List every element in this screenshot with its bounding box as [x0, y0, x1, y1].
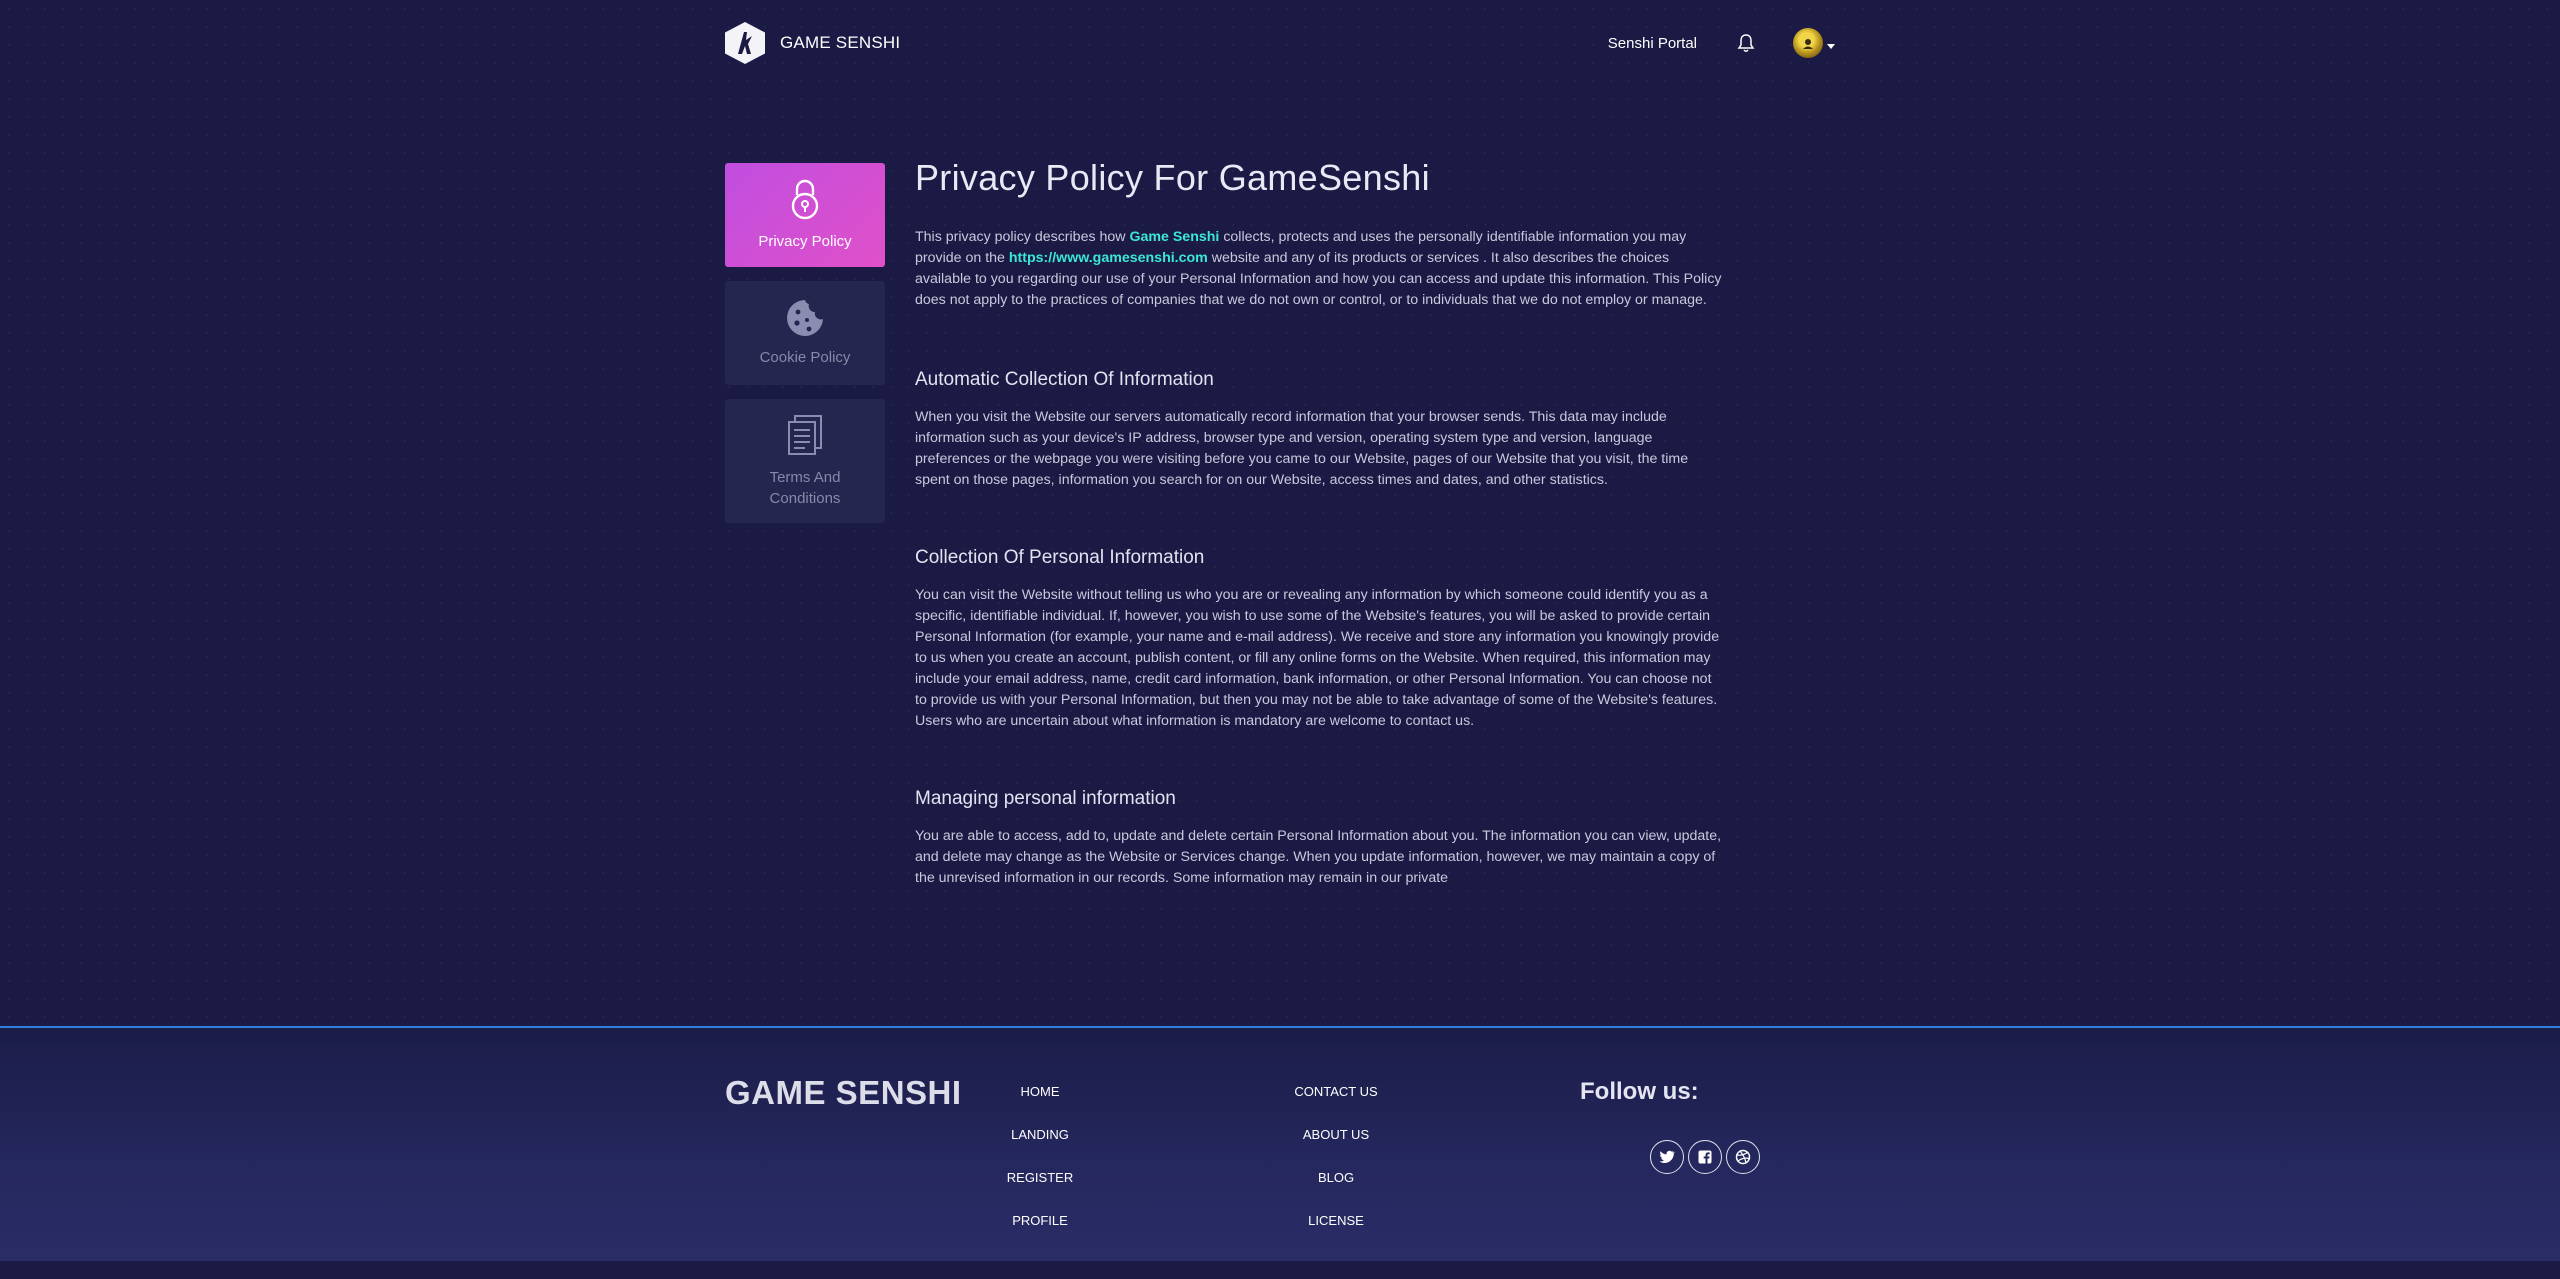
- section-title: Managing personal information: [915, 788, 1176, 809]
- policy-content: Privacy Policy For GameSenshi This priva…: [915, 157, 1725, 889]
- lock-icon: [788, 178, 822, 225]
- top-navbar: GAME SENSHI Senshi Portal: [725, 20, 1835, 66]
- footer-link-register[interactable]: REGISTER: [1007, 1170, 1073, 1213]
- social-links: [1650, 1140, 1760, 1174]
- intro-text: This privacy policy describes how: [915, 229, 1130, 245]
- footer-brand: GAME SENSHI: [725, 1074, 962, 1111]
- footer-link-license[interactable]: LICENSE: [1308, 1213, 1364, 1256]
- sidebar-item-label: Cookie Policy: [759, 349, 851, 366]
- user-menu[interactable]: [1793, 28, 1835, 58]
- footer-link-about-us[interactable]: ABOUT US: [1303, 1127, 1369, 1170]
- footer-link-profile[interactable]: PROFILE: [1012, 1213, 1068, 1256]
- policy-sidebar: Privacy Policy Cookie Policy Terms And C…: [725, 163, 885, 537]
- sidebar-item-privacy-policy[interactable]: Privacy Policy: [725, 163, 885, 267]
- senshi-portal-link[interactable]: Senshi Portal: [1608, 35, 1697, 52]
- page-bottom-strip: [0, 1261, 2560, 1279]
- brand-highlight: Game Senshi: [1129, 229, 1220, 245]
- footer-link-landing[interactable]: LANDING: [1011, 1127, 1069, 1170]
- section-title: Collection Of Personal Information: [915, 547, 1205, 568]
- section-body: You can visit the Website without tellin…: [915, 587, 1720, 729]
- avatar: [1793, 28, 1823, 58]
- twitter-icon[interactable]: [1650, 1140, 1684, 1174]
- chevron-down-icon: [1827, 43, 1835, 49]
- section-body: When you visit the Website our servers a…: [915, 409, 1689, 488]
- section-personal-information: Collection Of Personal Information You c…: [915, 547, 1725, 732]
- section-managing-information: Managing personal information You are ab…: [915, 788, 1725, 889]
- dribbble-icon[interactable]: [1726, 1140, 1760, 1174]
- footer-link-contact-us[interactable]: CONTACT US: [1294, 1084, 1377, 1127]
- sidebar-item-cookie-policy[interactable]: Cookie Policy: [725, 281, 885, 385]
- website-link[interactable]: https://www.gamesenshi.com: [1009, 250, 1208, 266]
- footer-link-blog[interactable]: BLOG: [1318, 1170, 1354, 1213]
- intro-paragraph: This privacy policy describes how Game S…: [915, 227, 1725, 311]
- footer-links-column-1: HOME LANDING REGISTER PROFILE: [990, 1084, 1090, 1256]
- footer-links-column-2: CONTACT US ABOUT US BLOG LICENSE: [1280, 1084, 1392, 1256]
- footer-link-home[interactable]: HOME: [1021, 1084, 1060, 1127]
- section-automatic-collection: Automatic Collection Of Information When…: [915, 369, 1725, 491]
- cookie-icon: [785, 298, 825, 341]
- documents-icon: [785, 414, 825, 461]
- sidebar-item-label: Privacy Policy: [758, 233, 852, 250]
- brand-link[interactable]: GAME SENSHI: [725, 22, 900, 64]
- facebook-icon[interactable]: [1688, 1140, 1722, 1174]
- footer: GAME SENSHI HOME LANDING REGISTER PROFIL…: [0, 1028, 2560, 1261]
- page-title: Privacy Policy For GameSenshi: [915, 157, 1430, 198]
- sidebar-item-terms-and-conditions[interactable]: Terms And Conditions: [725, 399, 885, 523]
- section-title: Automatic Collection Of Information: [915, 369, 1214, 390]
- brand-name: GAME SENSHI: [780, 33, 901, 52]
- section-body: You are able to access, add to, update a…: [915, 828, 1722, 886]
- bell-icon[interactable]: [1737, 33, 1755, 53]
- sidebar-item-label: Terms And Conditions: [769, 468, 841, 507]
- follow-us-heading: Follow us:: [1580, 1078, 1699, 1105]
- game-senshi-logo: [725, 22, 765, 64]
